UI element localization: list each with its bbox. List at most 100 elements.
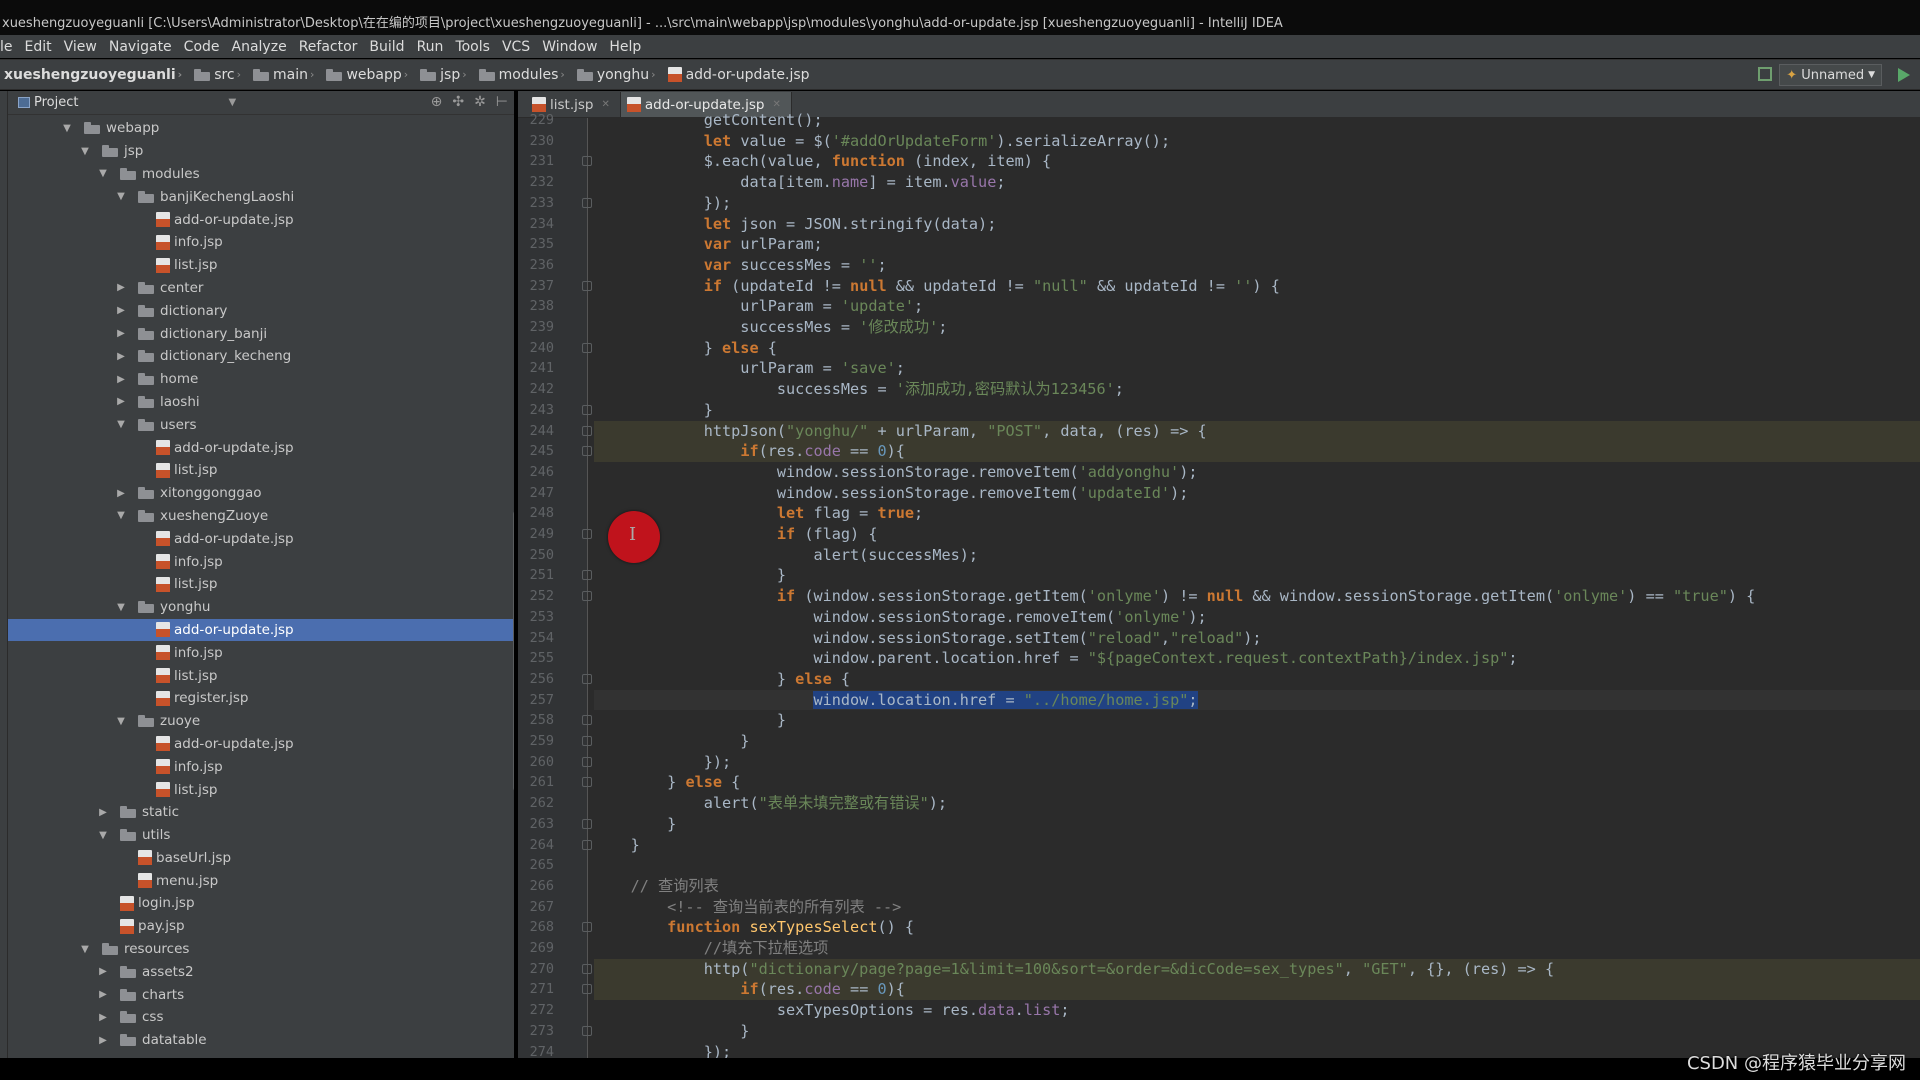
- code-line[interactable]: httpJson("yonghu/" + urlParam, "POST", d…: [594, 420, 1920, 442]
- fold-marker-icon[interactable]: [582, 197, 592, 208]
- tree-file[interactable]: add-or-update.jsp: [8, 436, 514, 459]
- collapse-arrow-icon[interactable]: ▶: [96, 989, 110, 1000]
- tree-file[interactable]: menu.jsp: [8, 869, 514, 892]
- tree-folder[interactable]: ▶ laoshi: [8, 391, 514, 414]
- expand-arrow-icon[interactable]: ▼: [60, 123, 74, 134]
- code-line[interactable]: http("dictionary/page?page=1&limit=100&s…: [594, 958, 1920, 980]
- code-line[interactable]: });: [594, 752, 1920, 773]
- tree-folder[interactable]: ▼ users: [8, 413, 514, 436]
- fold-marker-icon[interactable]: [582, 1025, 592, 1036]
- menu-item-window[interactable]: Window: [536, 39, 603, 55]
- code-line[interactable]: var successMes = '';: [594, 255, 1920, 276]
- tree-folder[interactable]: ▶ datatable: [8, 1029, 514, 1052]
- code-line[interactable]: if (window.sessionStorage.getItem('onlym…: [594, 586, 1920, 607]
- tree-file[interactable]: info.jsp: [8, 641, 514, 664]
- code-line[interactable]: // 查询列表: [594, 876, 1920, 897]
- tree-file[interactable]: info.jsp: [8, 231, 514, 254]
- breadcrumb-item[interactable]: yonghu ›: [576, 67, 662, 83]
- breadcrumb-item[interactable]: modules ›: [478, 67, 571, 83]
- code-line[interactable]: sexTypesOptions = res.data.list;: [594, 1000, 1920, 1021]
- code-line[interactable]: var urlParam;: [594, 234, 1920, 255]
- menu-item-vcs[interactable]: VCS: [496, 39, 536, 55]
- project-panel-title[interactable]: Project: [34, 95, 78, 110]
- code-line[interactable]: } else {: [594, 772, 1920, 793]
- tree-file[interactable]: pay.jsp: [8, 915, 514, 938]
- collapse-arrow-icon[interactable]: ▶: [114, 305, 128, 316]
- collapse-arrow-icon[interactable]: ▶: [96, 966, 110, 977]
- tree-file[interactable]: register.jsp: [8, 687, 514, 710]
- menu-item-help[interactable]: Help: [603, 39, 647, 55]
- tree-folder[interactable]: ▼ yonghu: [8, 596, 514, 619]
- code-area[interactable]: getContent(); let value = $('#addOrUpdat…: [594, 111, 1920, 1058]
- code-line[interactable]: let json = JSON.stringify(data);: [594, 214, 1920, 235]
- collapse-arrow-icon[interactable]: ▶: [114, 328, 128, 339]
- tree-folder[interactable]: ▼ jsp: [8, 140, 514, 163]
- tree-folder[interactable]: ▶ center: [8, 277, 514, 300]
- tree-folder[interactable]: ▶ dictionary_banji: [8, 322, 514, 345]
- code-line[interactable]: successMes = '添加成功,密码默认为123456';: [594, 379, 1920, 400]
- fold-marker-icon[interactable]: [582, 156, 592, 167]
- tree-folder[interactable]: ▶ xitonggonggao: [8, 482, 514, 505]
- menu-item-code[interactable]: Code: [178, 39, 226, 55]
- code-line[interactable]: alert(successMes);: [594, 545, 1920, 566]
- expand-arrow-icon[interactable]: ▼: [78, 944, 92, 955]
- tree-folder[interactable]: ▼ utils: [8, 824, 514, 847]
- menu-item-build[interactable]: Build: [363, 39, 410, 55]
- code-line[interactable]: $.each(value, function (index, item) {: [594, 151, 1920, 172]
- code-line[interactable]: data[item.name] = item.value;: [594, 172, 1920, 193]
- tree-file[interactable]: list.jsp: [8, 664, 514, 687]
- tree-file[interactable]: add-or-update.jsp: [8, 527, 514, 550]
- code-line[interactable]: }: [594, 814, 1920, 835]
- vcs-icon[interactable]: [1758, 67, 1772, 81]
- fold-marker-icon[interactable]: [582, 529, 592, 539]
- code-line[interactable]: } else {: [594, 669, 1920, 690]
- breadcrumb-item[interactable]: main ›: [253, 67, 320, 83]
- fold-marker-icon[interactable]: [582, 342, 592, 353]
- fold-marker-icon[interactable]: [582, 818, 592, 829]
- code-line[interactable]: [594, 855, 1920, 876]
- tree-folder[interactable]: ▼ zuoye: [8, 710, 514, 733]
- expand-arrow-icon[interactable]: ▼: [96, 830, 110, 841]
- fold-marker-icon[interactable]: [582, 446, 592, 457]
- tree-file[interactable]: list.jsp: [8, 573, 514, 596]
- tree-file[interactable]: baseUrl.jsp: [8, 847, 514, 870]
- tree-file[interactable]: add-or-update.jsp: [8, 733, 514, 756]
- tree-folder[interactable]: ▼ modules: [8, 163, 514, 186]
- collapse-arrow-icon[interactable]: ▶: [114, 351, 128, 362]
- breadcrumb-item[interactable]: src ›: [194, 67, 247, 83]
- tree-folder[interactable]: ▶ css: [8, 1006, 514, 1029]
- tree-file[interactable]: list.jsp: [8, 459, 514, 482]
- expand-arrow-icon[interactable]: ▼: [114, 191, 128, 202]
- fold-marker-icon[interactable]: [582, 570, 592, 581]
- fold-marker-icon[interactable]: [582, 673, 592, 684]
- project-scrollbar[interactable]: [513, 511, 514, 791]
- collapse-arrow-icon[interactable]: ▶: [96, 1035, 110, 1046]
- code-line[interactable]: getContent();: [594, 110, 1920, 131]
- fold-marker-icon[interactable]: [582, 984, 592, 995]
- code-line[interactable]: if(res.code == 0){: [594, 979, 1920, 1001]
- gear-icon[interactable]: ✲: [474, 94, 486, 110]
- code-line[interactable]: }: [594, 565, 1920, 586]
- tree-file[interactable]: info.jsp: [8, 755, 514, 778]
- tree-file[interactable]: list.jsp: [8, 254, 514, 277]
- menu-item-analyze[interactable]: Analyze: [226, 39, 293, 55]
- fold-marker-icon[interactable]: [582, 404, 592, 415]
- tree-file[interactable]: login.jsp: [8, 892, 514, 915]
- fold-marker-icon[interactable]: [582, 922, 592, 933]
- expand-arrow-icon[interactable]: ▼: [78, 146, 92, 157]
- expand-arrow-icon[interactable]: ▼: [114, 419, 128, 430]
- code-line[interactable]: window.parent.location.href = "${pageCon…: [594, 648, 1920, 669]
- tree-folder[interactable]: ▼ banjiKechengLaoshi: [8, 185, 514, 208]
- collapse-arrow-icon[interactable]: ▶: [114, 374, 128, 385]
- run-config-select[interactable]: ✦ Unnamed ▼: [1779, 64, 1882, 86]
- fold-marker-icon[interactable]: [582, 963, 592, 974]
- fold-marker-icon[interactable]: [582, 777, 592, 788]
- tree-folder[interactable]: ▶ dictionary_kecheng: [8, 345, 514, 368]
- code-line[interactable]: }: [594, 731, 1920, 752]
- close-icon[interactable]: ✕: [601, 99, 609, 110]
- fold-marker-icon[interactable]: [582, 425, 592, 436]
- fold-marker-icon[interactable]: [582, 756, 592, 767]
- breadcrumb-item[interactable]: xueshengzuoyeguanli ›: [4, 67, 188, 83]
- tree-folder[interactable]: ▶ dictionary: [8, 299, 514, 322]
- tree-folder[interactable]: ▼ resources: [8, 938, 514, 961]
